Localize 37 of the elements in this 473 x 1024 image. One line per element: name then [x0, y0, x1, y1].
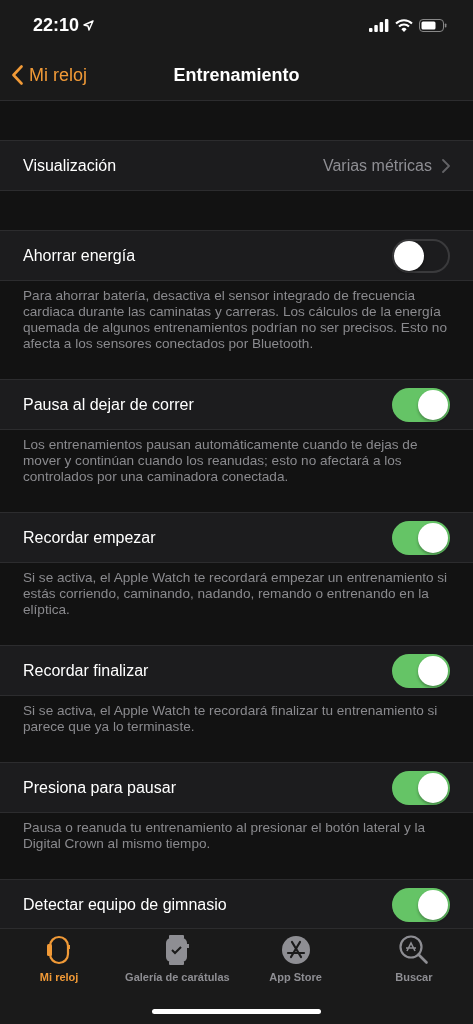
setting-label: Ahorrar energía — [23, 246, 136, 265]
location-arrow-icon — [83, 19, 95, 31]
setting-value: Varias métricas — [322, 156, 432, 175]
watch-icon — [46, 935, 73, 965]
app-store-icon — [280, 935, 311, 965]
back-button[interactable]: Mi reloj — [12, 50, 87, 100]
toggle-switch[interactable] — [392, 238, 450, 273]
toggle-switch[interactable] — [392, 387, 450, 422]
setting-label: Presiona para pausar — [23, 778, 176, 797]
screen-title: Entrenamiento — [173, 64, 300, 87]
setting-description: Pausa o reanuda tu entrenamiento al presionar el botón lateral y la Digital Crown al mismo tiempo. — [22, 819, 427, 853]
setting-label: Detectar equipo de gimnasio — [23, 895, 227, 914]
toggle-switch[interactable] — [392, 887, 450, 922]
setting-label: Visualización — [23, 156, 117, 175]
battery-icon — [419, 18, 447, 32]
setting-label: Recordar empezar — [23, 528, 156, 547]
back-chevron-icon — [12, 65, 23, 85]
toggle-switch[interactable] — [392, 653, 450, 688]
setting-description: Los entrenamientos pausan automáticamente cuando te dejas de mover y continúan cuando los reanudas; esto no afectará a los controlados por una caminadora conectada. — [22, 436, 419, 486]
tab-bar-item[interactable]: Buscar — [354, 929, 473, 984]
setting-description: Para ahorrar batería, desactiva el sensor integrado de frecuencia cardiaca durante las caminatas y carreras. Los cálculos de la energía quemada de algunos entrenamientos podrían no ser precisos. Esto no afecta a los sensores conectados por Bluetooth. — [22, 287, 448, 353]
setting-description: Si se activa, el Apple Watch te recordará finalizar tu entrenamiento si parece que ya lo terminaste. — [22, 702, 439, 736]
toggle-switch[interactable] — [392, 520, 450, 555]
disclosure-row[interactable]: Visualización Varias métricas — [0, 140, 473, 191]
tab-bar-item[interactable]: App Store — [236, 929, 355, 984]
tab-bar-item[interactable]: Mi reloj — [0, 929, 119, 984]
setting-label: Recordar finalizar — [23, 661, 149, 680]
toggle-switch[interactable] — [392, 770, 450, 805]
chevron-right-icon — [442, 158, 450, 173]
signal-icon — [369, 18, 389, 32]
setting-label: Pausa al dejar de correr — [23, 395, 194, 414]
wifi-icon — [395, 18, 413, 32]
setting-description: Si se activa, el Apple Watch te recordará empezar un entrenamiento si estás corriendo, caminando, nadando, remando o entrenando en la elíptica. — [22, 569, 449, 619]
search-icon — [398, 935, 429, 965]
clock-time: 22:10 — [33, 14, 80, 36]
watch-face-icon — [165, 935, 190, 965]
tab-bar-item[interactable]: Galería de carátulas — [118, 929, 237, 984]
